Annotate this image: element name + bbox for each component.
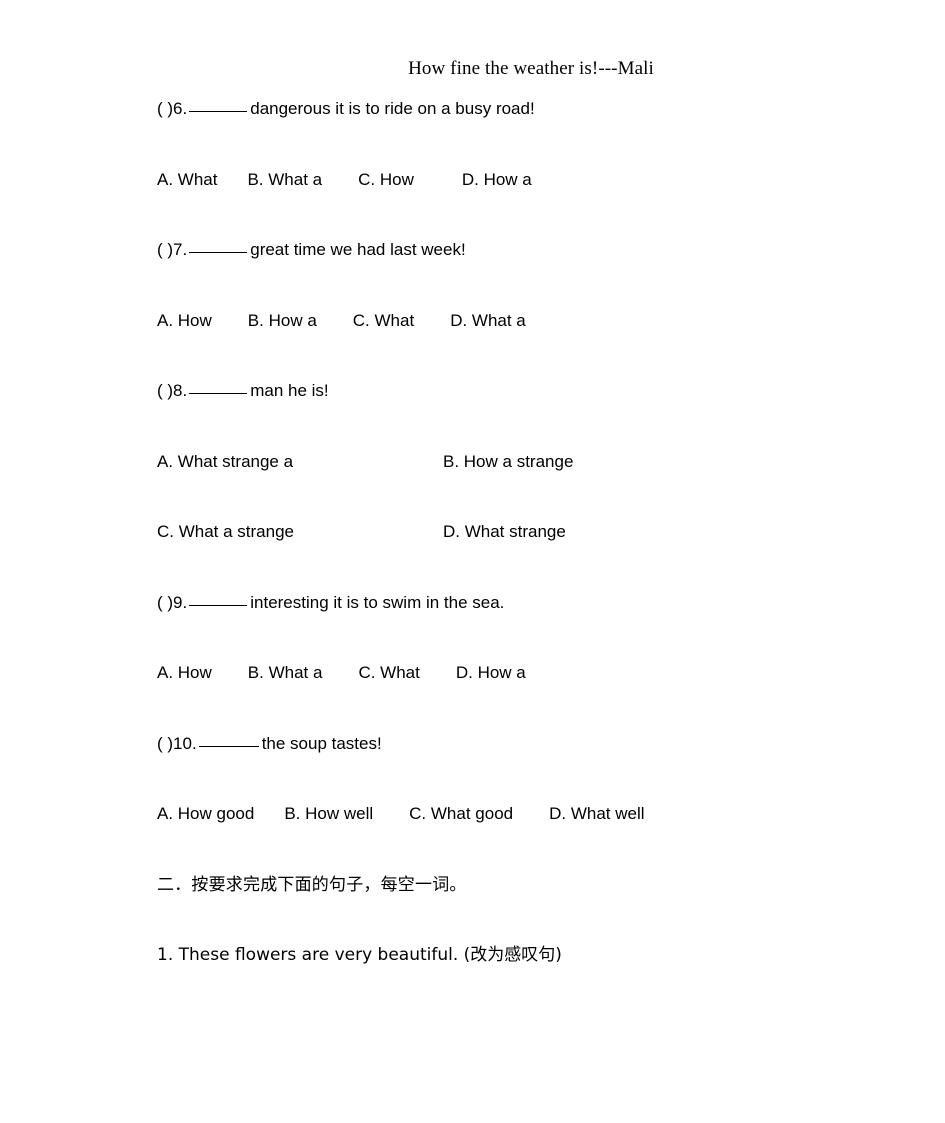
option-7-a[interactable]: A. How: [157, 310, 212, 332]
option-10-c[interactable]: C. What good: [409, 803, 513, 825]
question-block-9: ( )9. interesting it is to swim in the se…: [157, 592, 917, 663]
question-stem-10: ( )10. the soup tastes!: [157, 733, 917, 755]
option-7-b[interactable]: B. How a: [248, 310, 317, 332]
question-stem-8: ( )8. man he is!: [157, 380, 917, 402]
option-row-8-cd: C. What a strange D. What strange: [157, 521, 917, 543]
question-marker-6[interactable]: ( )6.: [157, 99, 187, 118]
question-block-6: ( )6. dangerous it is to ride on a busy r…: [157, 98, 917, 169]
question-marker-9[interactable]: ( )9.: [157, 593, 187, 612]
question-block-10: ( )10. the soup tastes!: [157, 733, 917, 804]
option-row-9: A. How B. What a C. What D. How a: [157, 662, 917, 684]
options-block-8-row1: A. What strange a B. How a strange: [157, 451, 917, 522]
option-6-d[interactable]: D. How a: [462, 169, 532, 191]
answer-blank-6[interactable]: [189, 111, 248, 112]
question-marker-10[interactable]: ( )10.: [157, 734, 197, 753]
option-8-c[interactable]: C. What a strange: [157, 521, 443, 543]
option-row-7: A. How B. How a C. What D. What a: [157, 310, 917, 332]
option-8-a[interactable]: A. What strange a: [157, 451, 443, 473]
section-two-heading: 二．按要求完成下面的句子，每空一词。: [157, 874, 467, 895]
option-6-b[interactable]: B. What a: [247, 169, 322, 191]
option-10-b[interactable]: B. How well: [284, 803, 373, 825]
option-9-b[interactable]: B. What a: [248, 662, 323, 684]
option-6-a[interactable]: A. What: [157, 169, 217, 191]
question-stem-7: ( )7. great time we had last week!: [157, 239, 917, 261]
option-7-c[interactable]: C. What: [353, 310, 414, 332]
answer-blank-8[interactable]: [189, 393, 248, 394]
option-7-d[interactable]: D. What a: [450, 310, 526, 332]
option-row-8-ab: A. What strange a B. How a strange: [157, 451, 917, 473]
section-two-task-1: 1. These flowers are very beautiful. (改为…: [157, 945, 562, 965]
page-title: How fine the weather is!---Mali: [408, 58, 654, 79]
section-two-block: 二．按要求完成下面的句子，每空一词。: [157, 874, 917, 945]
worksheet-content: ( )6. dangerous it is to ride on a busy r…: [157, 98, 917, 1015]
option-10-d[interactable]: D. What well: [549, 803, 644, 825]
option-9-d[interactable]: D. How a: [456, 662, 526, 684]
option-row-10: A. How good B. How well C. What good D. Wha…: [157, 803, 917, 825]
question-block-8: ( )8. man he is!: [157, 380, 917, 451]
answer-blank-10[interactable]: [198, 745, 259, 747]
option-6-c[interactable]: C. How: [358, 169, 414, 191]
section-two-task-1-block: 1. These flowers are very beautiful. (改为…: [157, 944, 917, 1015]
question-marker-7[interactable]: ( )7.: [157, 240, 187, 259]
question-block-7: ( )7. great time we had last week!: [157, 239, 917, 310]
options-block-6: A. What B. What a C. How D. How a: [157, 169, 917, 240]
option-9-c[interactable]: C. What: [358, 662, 419, 684]
option-9-a[interactable]: A. How: [157, 662, 212, 684]
question-stem-6: ( )6. dangerous it is to ride on a busy r…: [157, 98, 917, 120]
option-8-d[interactable]: D. What strange: [443, 521, 566, 543]
question-marker-8[interactable]: ( )8.: [157, 381, 187, 400]
question-text-6: dangerous it is to ride on a busy road!: [250, 99, 535, 118]
worksheet-page: How fine the weather is!---Mali ( )6. dan…: [0, 0, 945, 1123]
options-block-9: A. How B. What a C. What D. How a: [157, 662, 917, 733]
answer-blank-7[interactable]: [189, 252, 248, 253]
options-block-7: A. How B. How a C. What D. What a: [157, 310, 917, 381]
options-block-10: A. How good B. How well C. What good D. Wha…: [157, 803, 917, 874]
question-text-7: great time we had last week!: [250, 240, 466, 259]
options-block-8-row2: C. What a strange D. What strange: [157, 521, 917, 592]
option-10-a[interactable]: A. How good: [157, 803, 254, 825]
answer-blank-9[interactable]: [189, 604, 248, 606]
question-text-9: interesting it is to swim in the sea.: [250, 592, 505, 612]
question-stem-9: ( )9. interesting it is to swim in the se…: [157, 592, 917, 614]
question-text-10: the soup tastes!: [261, 733, 382, 753]
option-8-b[interactable]: B. How a strange: [443, 451, 573, 473]
option-row-6: A. What B. What a C. How D. How a: [157, 169, 917, 191]
question-text-8: man he is!: [250, 381, 329, 400]
